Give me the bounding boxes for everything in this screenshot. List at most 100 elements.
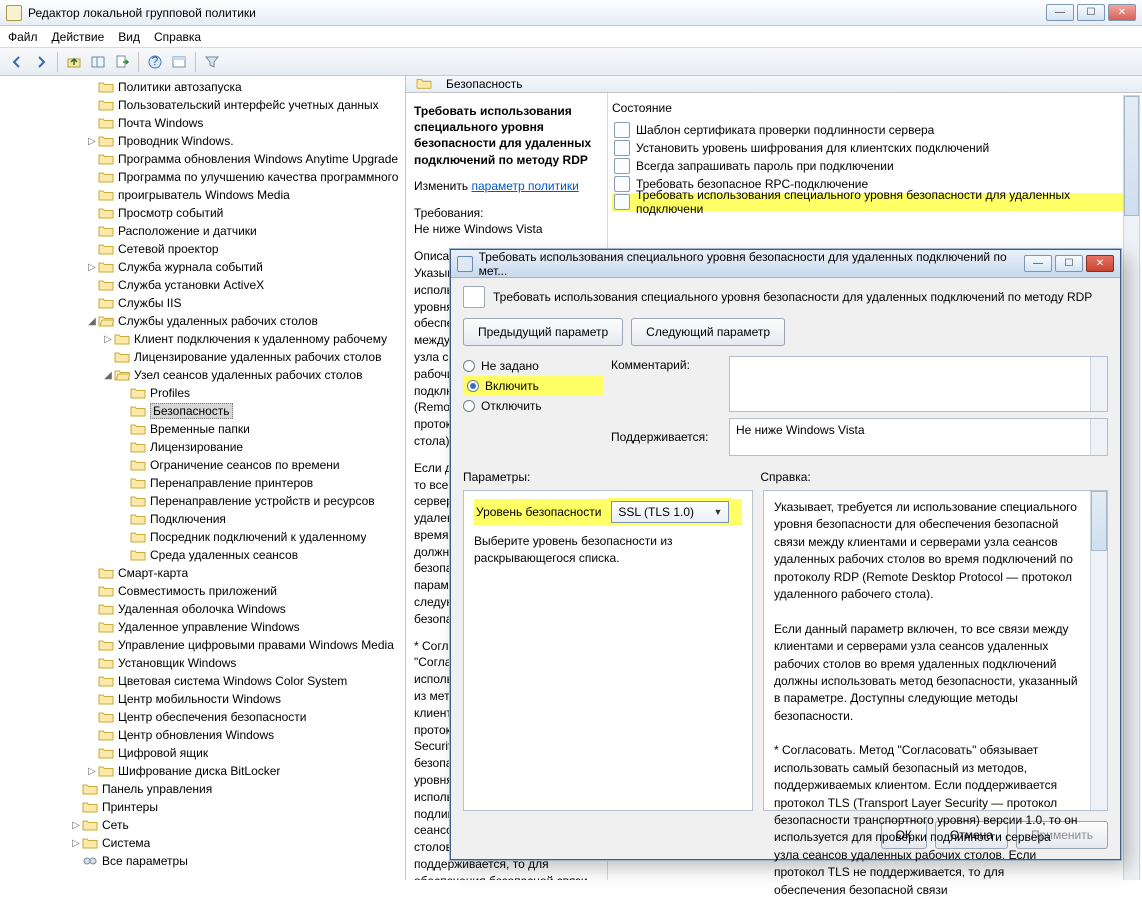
dialog-minimize-button[interactable]: — bbox=[1024, 255, 1052, 272]
setting-item[interactable]: Всегда запрашивать пароль при подключени… bbox=[612, 157, 1138, 175]
show-hide-tree-icon[interactable] bbox=[87, 51, 109, 73]
tree-item[interactable]: Перенаправление принтеров bbox=[6, 474, 405, 492]
tree-item[interactable]: Программа по улучшению качества программ… bbox=[6, 168, 405, 186]
tree-item[interactable]: ▷Сеть bbox=[6, 816, 405, 834]
tree-item[interactable]: Цветовая система Windows Color System bbox=[6, 672, 405, 690]
folder-icon bbox=[130, 476, 146, 490]
tree-pane[interactable]: Политики автозапускаПользовательский инт… bbox=[0, 76, 406, 880]
tree-item[interactable]: Посредник подключений к удаленному bbox=[6, 528, 405, 546]
tree-item[interactable]: Совместимость приложений bbox=[6, 582, 405, 600]
setting-item[interactable]: Требовать использования специального уро… bbox=[612, 193, 1138, 211]
tree-item[interactable]: Все параметры bbox=[6, 852, 405, 870]
tree-item[interactable]: Управление цифровыми правами Windows Med… bbox=[6, 636, 405, 654]
tree-item[interactable]: Безопасность bbox=[6, 402, 405, 420]
tree-item[interactable]: Служба установки ActiveX bbox=[6, 276, 405, 294]
setting-icon bbox=[614, 194, 630, 210]
export-list-icon[interactable] bbox=[111, 51, 133, 73]
tree-item[interactable]: ◢Службы удаленных рабочих столов bbox=[6, 312, 405, 330]
folder-icon bbox=[98, 314, 114, 328]
tree-item[interactable]: Программа обновления Windows Anytime Upg… bbox=[6, 150, 405, 168]
comment-textarea[interactable] bbox=[729, 356, 1108, 412]
tree-item[interactable]: Центр обновления Windows bbox=[6, 726, 405, 744]
tree-item[interactable]: ▷Шифрование диска BitLocker bbox=[6, 762, 405, 780]
tree-item[interactable]: Временные папки bbox=[6, 420, 405, 438]
edit-policy-link[interactable]: параметр политики bbox=[471, 179, 578, 193]
help-icon[interactable]: ? bbox=[144, 51, 166, 73]
dialog-titlebar[interactable]: Требовать использования специального уро… bbox=[451, 250, 1120, 278]
radio-not-configured[interactable]: Не задано bbox=[463, 356, 603, 376]
tree-item[interactable]: Лицензирование bbox=[6, 438, 405, 456]
comment-label: Комментарий: bbox=[611, 358, 721, 372]
props-icon[interactable] bbox=[168, 51, 190, 73]
security-level-combo[interactable]: SSL (TLS 1.0) ▼ bbox=[611, 501, 729, 523]
help-scrollbar[interactable] bbox=[1090, 491, 1107, 810]
tree-item[interactable]: Принтеры bbox=[6, 798, 405, 816]
tree-item[interactable]: Службы IIS bbox=[6, 294, 405, 312]
next-setting-button[interactable]: Следующий параметр bbox=[631, 318, 785, 346]
folder-icon bbox=[98, 206, 114, 220]
menu-action[interactable]: Действие bbox=[52, 30, 105, 44]
menubar: Файл Действие Вид Справка bbox=[0, 26, 1142, 48]
folder-icon bbox=[82, 836, 98, 850]
tree-item[interactable]: Среда удаленных сеансов bbox=[6, 546, 405, 564]
radio-enabled[interactable]: Включить bbox=[463, 376, 603, 396]
folder-icon bbox=[98, 656, 114, 670]
tree-item[interactable]: Ограничение сеансов по времени bbox=[6, 456, 405, 474]
close-button[interactable]: ✕ bbox=[1108, 4, 1136, 21]
tree-item[interactable]: Центр обеспечения безопасности bbox=[6, 708, 405, 726]
menu-view[interactable]: Вид bbox=[118, 30, 140, 44]
tree-item[interactable]: Смарт-карта bbox=[6, 564, 405, 582]
maximize-button[interactable]: ☐ bbox=[1077, 4, 1105, 21]
nav-back-icon[interactable] bbox=[6, 51, 28, 73]
tree-item[interactable]: Почта Windows bbox=[6, 114, 405, 132]
tree-item[interactable]: ▷Служба журнала событий bbox=[6, 258, 405, 276]
tree-item[interactable]: Profiles bbox=[6, 384, 405, 402]
tree-item[interactable]: Политики автозапуска bbox=[6, 78, 405, 96]
dialog-close-button[interactable]: ✕ bbox=[1086, 255, 1114, 272]
minimize-button[interactable]: — bbox=[1046, 4, 1074, 21]
tree-item[interactable]: ◢Узел сеансов удаленных рабочих столов bbox=[6, 366, 405, 384]
params-label: Параметры: bbox=[463, 470, 530, 484]
policy-name: Требовать использования специального уро… bbox=[414, 103, 599, 168]
tree-item[interactable]: Перенаправление устройств и ресурсов bbox=[6, 492, 405, 510]
folder-icon bbox=[98, 260, 114, 274]
tree-item[interactable]: Сетевой проектор bbox=[6, 240, 405, 258]
up-folder-icon[interactable] bbox=[63, 51, 85, 73]
prev-setting-button[interactable]: Предыдущий параметр bbox=[463, 318, 623, 346]
folder-icon bbox=[114, 332, 130, 346]
tree-item[interactable]: Лицензирование удаленных рабочих столов bbox=[6, 348, 405, 366]
folder-icon bbox=[98, 170, 114, 184]
tree-item[interactable]: Подключения bbox=[6, 510, 405, 528]
tree-item[interactable]: Центр мобильности Windows bbox=[6, 690, 405, 708]
app-icon bbox=[6, 5, 22, 21]
tree-item[interactable]: Удаленное управление Windows bbox=[6, 618, 405, 636]
nav-forward-icon[interactable] bbox=[30, 51, 52, 73]
folder-icon bbox=[98, 584, 114, 598]
setting-item[interactable]: Установить уровень шифрования для клиент… bbox=[612, 139, 1138, 157]
filter-icon[interactable] bbox=[201, 51, 223, 73]
tree-item[interactable]: ▷Проводник Windows. bbox=[6, 132, 405, 150]
tree-item[interactable]: Удаленная оболочка Windows bbox=[6, 600, 405, 618]
tree-item[interactable]: ▷Клиент подключения к удаленному рабочем… bbox=[6, 330, 405, 348]
setting-item[interactable]: Шаблон сертификата проверки подлинности … bbox=[612, 121, 1138, 139]
menu-file[interactable]: Файл bbox=[8, 30, 38, 44]
radio-disabled[interactable]: Отключить bbox=[463, 396, 603, 416]
tree-item[interactable]: Расположение и датчики bbox=[6, 222, 405, 240]
tree-item[interactable]: Панель управления bbox=[6, 780, 405, 798]
folder-icon bbox=[98, 746, 114, 760]
scrollbar[interactable] bbox=[1123, 95, 1140, 880]
folder-icon bbox=[98, 566, 114, 580]
dialog-maximize-button[interactable]: ☐ bbox=[1055, 255, 1083, 272]
tree-item[interactable]: Просмотр событий bbox=[6, 204, 405, 222]
tree-item[interactable]: Цифровой ящик bbox=[6, 744, 405, 762]
state-column-header[interactable]: Состояние bbox=[612, 101, 1138, 115]
tree-item[interactable]: Установщик Windows bbox=[6, 654, 405, 672]
tree-item[interactable]: ▷Система bbox=[6, 834, 405, 852]
dialog-icon bbox=[457, 256, 473, 272]
menu-help[interactable]: Справка bbox=[154, 30, 201, 44]
detail-header: Безопасность bbox=[406, 76, 1142, 93]
policy-icon bbox=[463, 286, 485, 308]
tree-item[interactable]: проигрыватель Windows Media bbox=[6, 186, 405, 204]
tree-item[interactable]: Пользовательский интерфейс учетных данны… bbox=[6, 96, 405, 114]
supported-box: Не ниже Windows Vista bbox=[729, 418, 1108, 456]
